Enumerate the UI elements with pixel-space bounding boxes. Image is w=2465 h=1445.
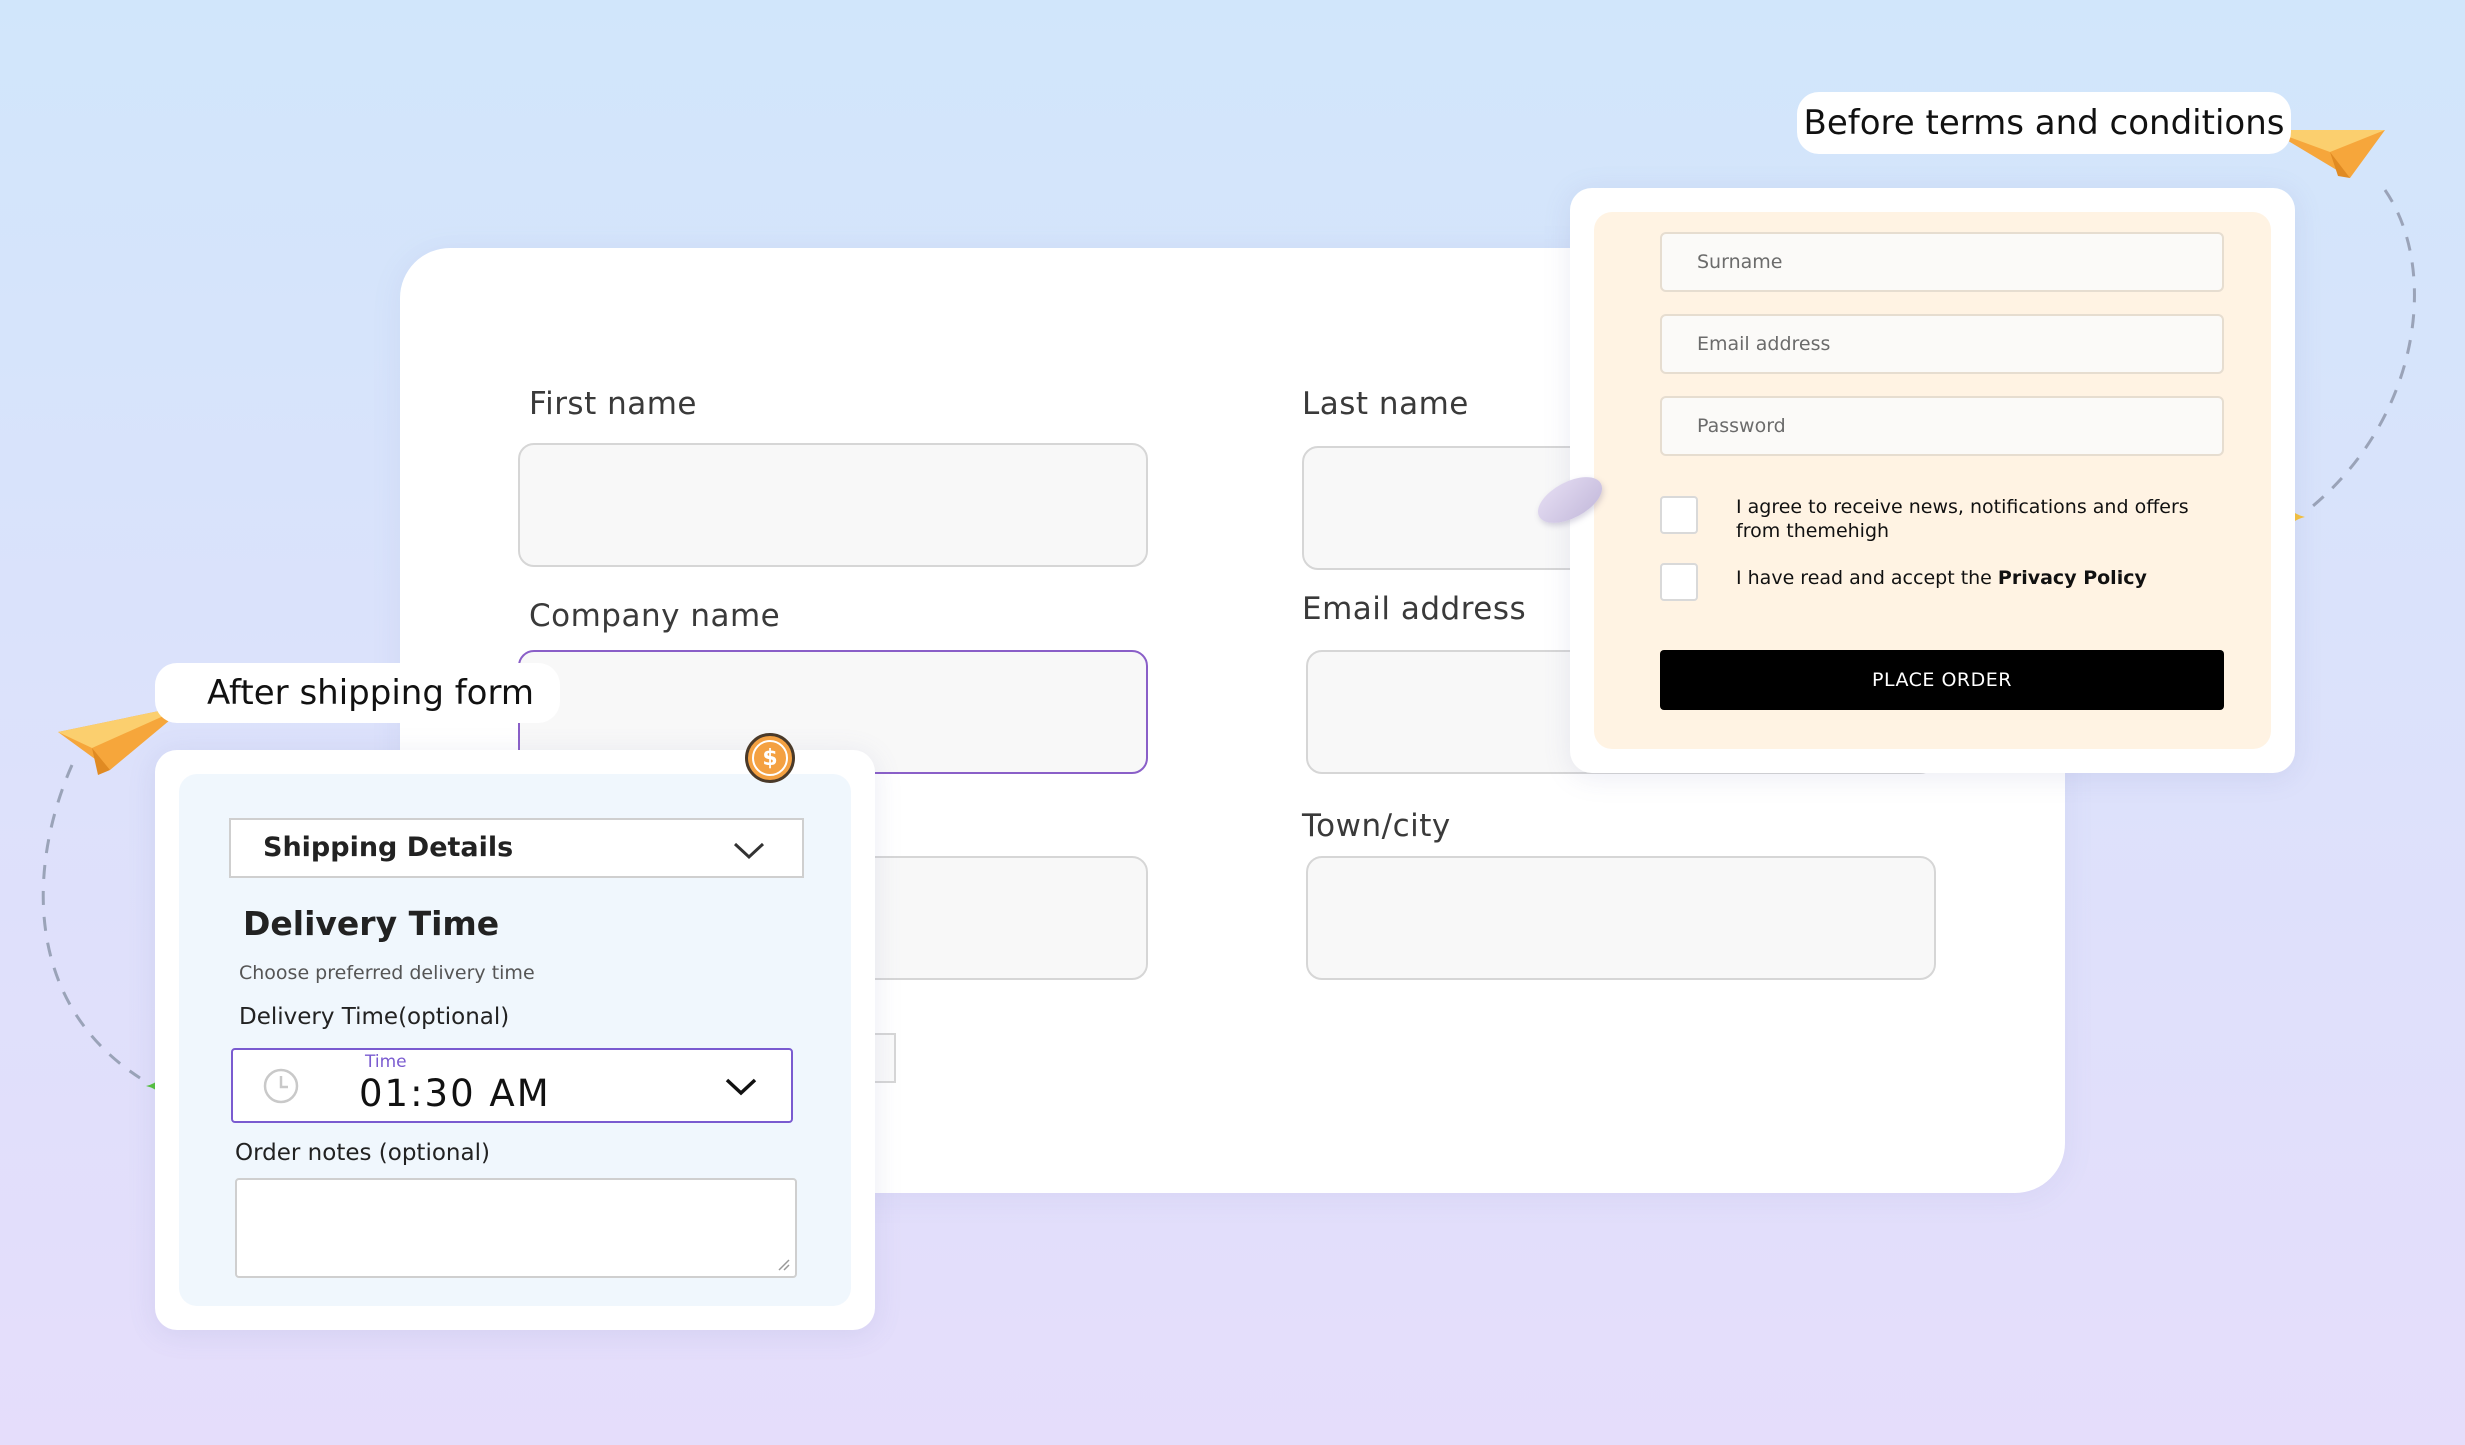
email-address-label: Email address [1302,591,1527,627]
surname-placeholder: Surname [1697,251,1783,273]
place-order-button[interactable]: PLACE ORDER [1660,650,2224,710]
after-shipping-panel: Shipping Details Delivery Time Choose pr… [155,750,875,1330]
town-city-input[interactable] [1306,856,1936,980]
after-shipping-callout: After shipping form [155,663,560,723]
agree-news-text: I agree to receive news, notifications a… [1736,496,2189,542]
order-notes-textarea[interactable] [235,1178,797,1278]
chevron-down-icon [733,842,765,860]
place-order-label: PLACE ORDER [1872,669,2012,691]
password-input[interactable]: Password [1660,396,2224,456]
surname-input[interactable]: Surname [1660,232,2224,292]
clock-icon [263,1068,299,1104]
privacy-text: I have read and accept the Privacy Polic… [1736,566,2236,590]
before-terms-callout-text: Before terms and conditions [1803,103,2285,143]
order-notes-label: Order notes (optional) [235,1140,490,1166]
privacy-checkbox[interactable] [1660,563,1698,601]
shipping-details-title: Shipping Details [263,832,514,863]
delivery-time-picker[interactable]: Time 01:30 AM [231,1048,793,1123]
password-placeholder: Password [1697,415,1786,437]
delivery-time-heading: Delivery Time [243,904,500,943]
before-terms-callout: Before terms and conditions [1797,92,2291,154]
dashed-path-right [2307,189,2416,512]
last-name-label: Last name [1302,386,1469,422]
first-name-label: First name [529,386,698,422]
first-name-input[interactable] [518,443,1148,567]
resize-handle-icon[interactable] [775,1256,791,1272]
time-caption: Time [365,1052,407,1072]
before-terms-panel-inner: Surname Email address Password I agree t… [1594,212,2271,749]
delivery-time-subtitle: Choose preferred delivery time [239,962,535,984]
time-value: 01:30 AM [359,1072,551,1115]
agree-news-checkbox[interactable] [1660,496,1698,534]
before-terms-panel: Surname Email address Password I agree t… [1570,188,2295,773]
delivery-time-label: Delivery Time(optional) [239,1004,510,1030]
after-shipping-panel-inner: Shipping Details Delivery Time Choose pr… [179,774,851,1306]
chevron-down-icon [725,1078,757,1096]
shipping-details-dropdown[interactable]: Shipping Details [229,818,804,878]
email-placeholder: Email address [1697,333,1831,355]
email-input[interactable]: Email address [1660,314,2224,374]
coin-icon: $ [745,733,795,783]
after-shipping-callout-text: After shipping form [207,673,534,713]
privacy-policy-link[interactable]: Privacy Policy [1998,567,2147,589]
privacy-text-prefix: I have read and accept the [1736,567,1998,589]
town-city-label: Town/city [1302,808,1451,844]
dashed-path-left [41,764,141,1080]
company-name-label: Company name [529,598,781,634]
